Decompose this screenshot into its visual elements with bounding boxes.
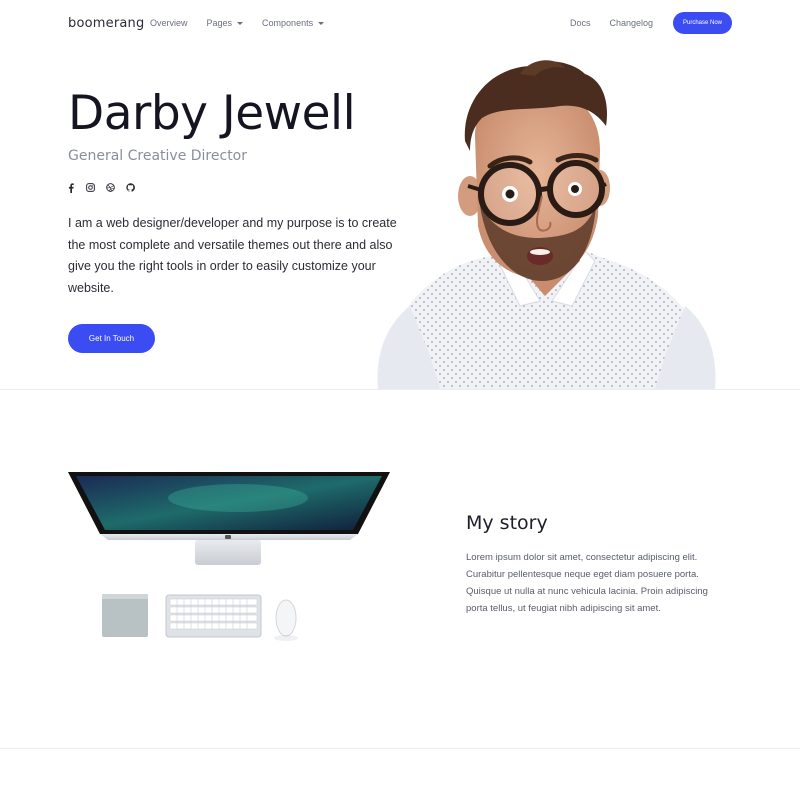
- nav-primary: Overview Pages Components: [150, 18, 325, 28]
- section-divider: [0, 389, 800, 390]
- story-title: My story: [466, 512, 548, 534]
- nav-link-docs[interactable]: Docs: [570, 18, 591, 28]
- portrait-image: [377, 60, 716, 389]
- nav-link-changelog[interactable]: Changelog: [610, 18, 654, 28]
- devices-image: [68, 472, 390, 641]
- caret-down-icon: [237, 21, 244, 25]
- nav-link-label: Components: [262, 18, 314, 28]
- social-links: [66, 182, 135, 193]
- github-icon[interactable]: [126, 183, 135, 192]
- instagram-icon[interactable]: [86, 183, 95, 192]
- nav-dropdown-components[interactable]: Components: [262, 18, 325, 28]
- hero-role: General Creative Director: [68, 148, 248, 164]
- hero-bio: I am a web designer/developer and my pur…: [68, 216, 397, 296]
- story-text: Lorem ipsum dolor sit amet, consectetur …: [466, 552, 708, 614]
- nav-link-label: Overview: [150, 18, 188, 28]
- get-in-touch-button[interactable]: Get In Touch: [68, 324, 155, 353]
- nav-dropdown-pages[interactable]: Pages: [207, 18, 244, 28]
- hero-section: Darby Jewell General Creative Director I…: [0, 48, 800, 389]
- nav-secondary: Docs Changelog: [570, 18, 653, 28]
- nav-link-overview[interactable]: Overview: [150, 18, 188, 28]
- nav-link-label: Pages: [206, 18, 233, 28]
- navbar: boomerang Overview Pages Components Docs…: [0, 0, 800, 48]
- section-divider: [0, 748, 800, 749]
- brand-logo[interactable]: boomerang: [68, 16, 144, 31]
- hero-name: Darby Jewell: [68, 86, 356, 141]
- caret-down-icon: [318, 21, 325, 25]
- facebook-icon[interactable]: [66, 182, 75, 193]
- purchase-now-button[interactable]: Purchase Now: [673, 12, 732, 34]
- dribbble-icon[interactable]: [106, 183, 115, 192]
